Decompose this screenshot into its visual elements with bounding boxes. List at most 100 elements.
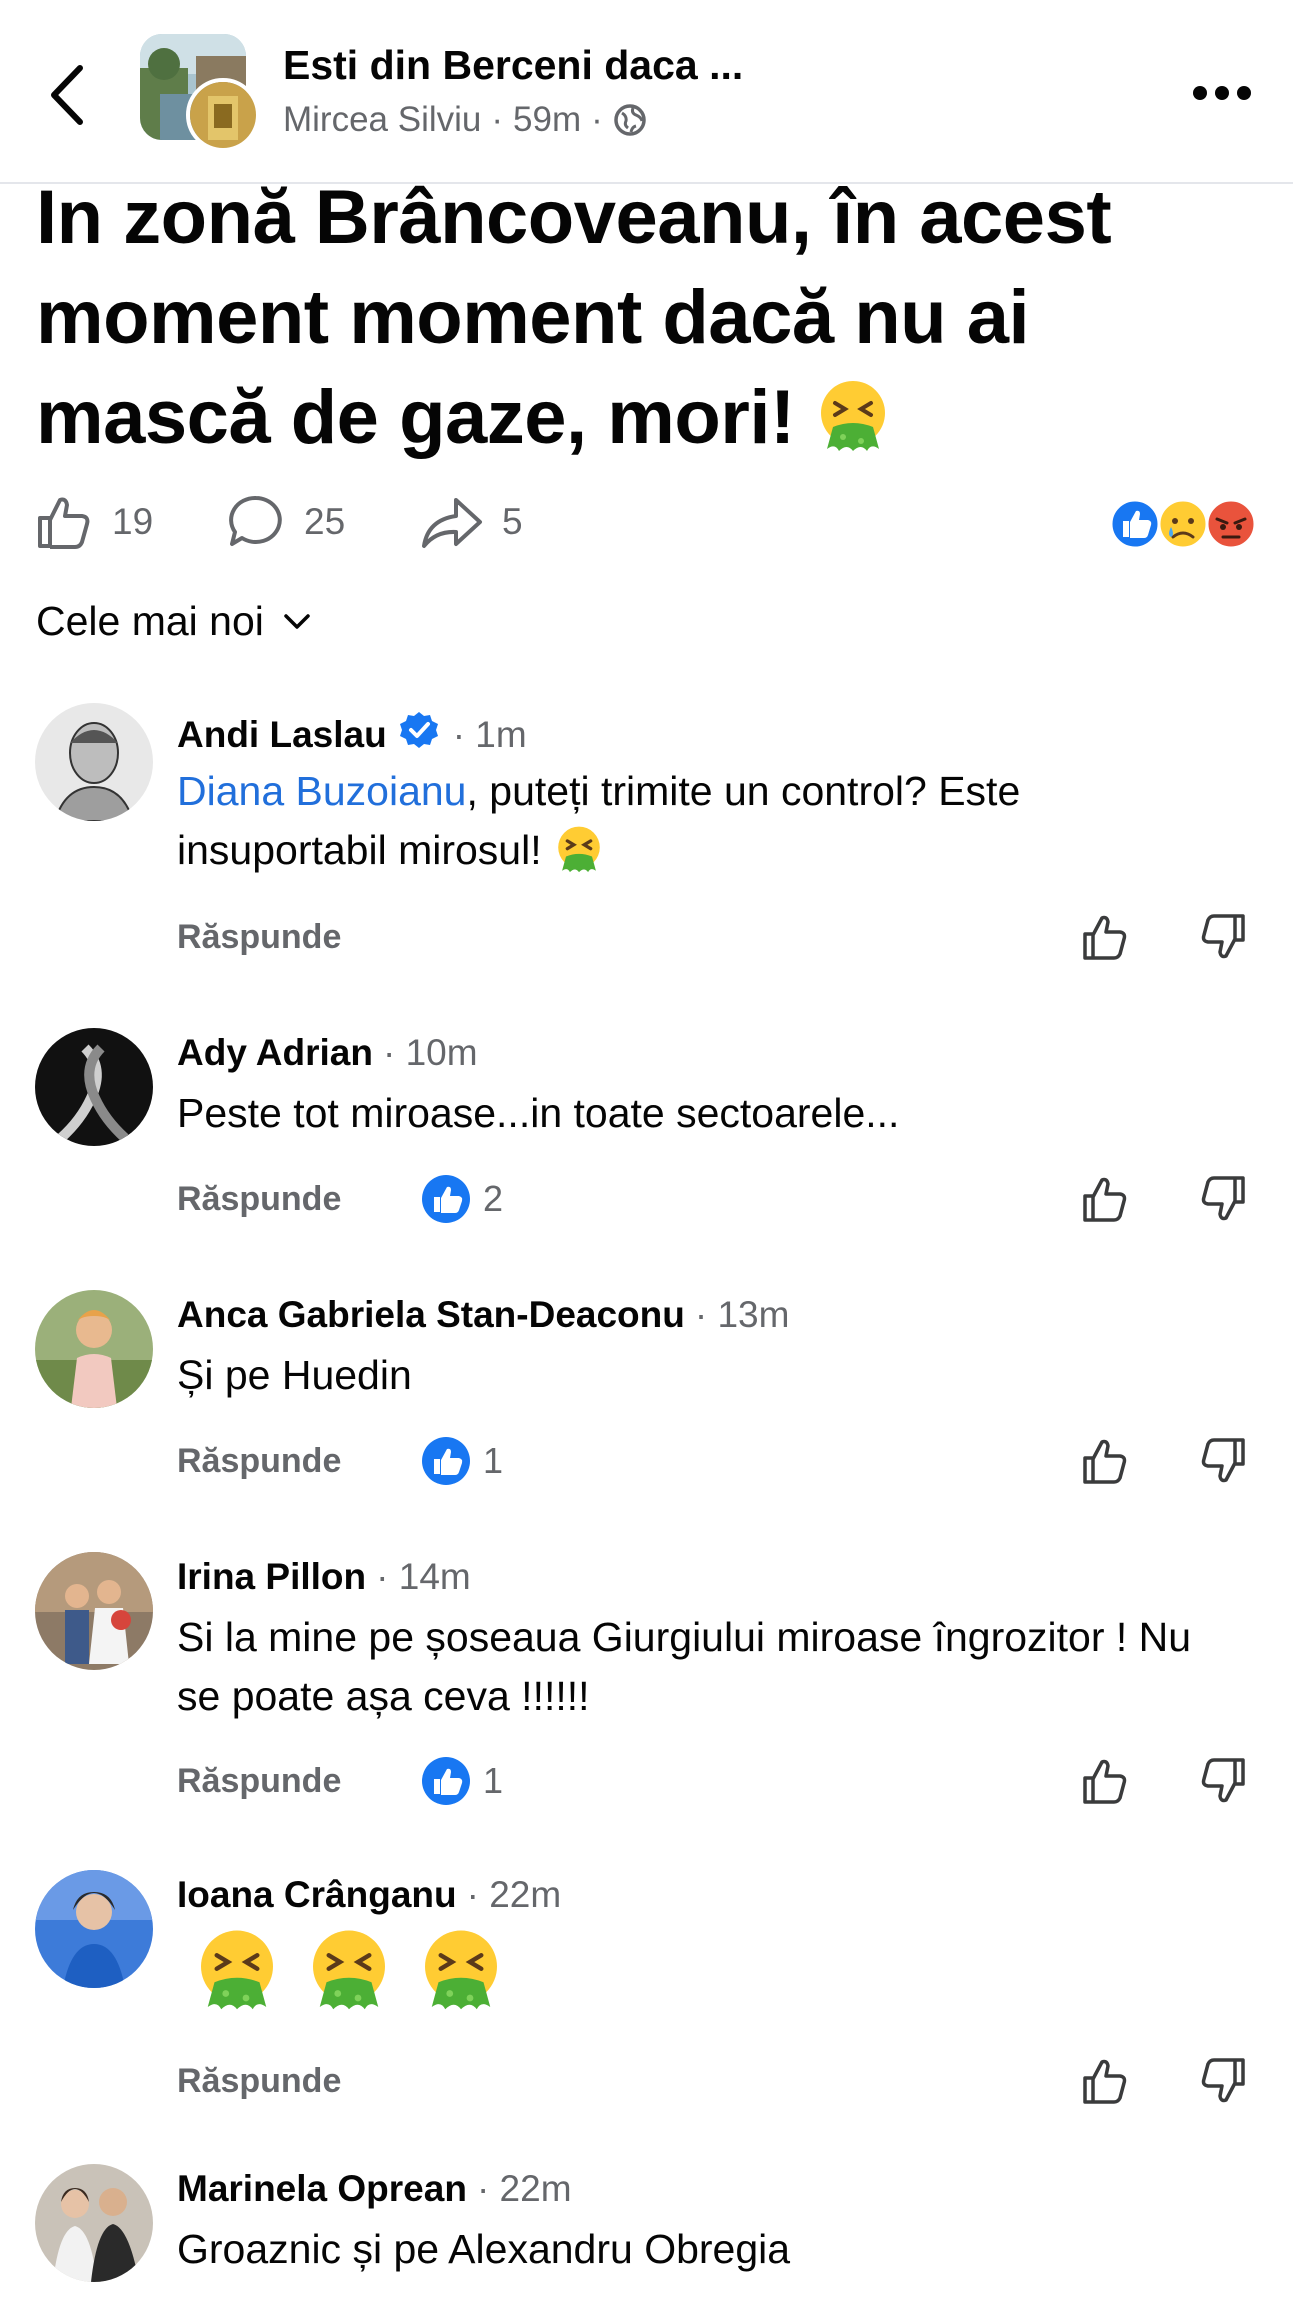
downvote-button[interactable] [1197, 2056, 1247, 2111]
comment-like-count: 1 [483, 1440, 504, 1481]
angry-reaction-icon [1205, 498, 1257, 550]
post-time[interactable]: 59m [513, 100, 581, 140]
post-meta: Mircea Silviu · 59m · [283, 100, 647, 140]
share-button[interactable]: 5 [420, 490, 523, 554]
reply-button[interactable]: Răspunde [177, 918, 341, 957]
commenter-avatar[interactable] [35, 1290, 153, 1408]
thumbs-up-icon [1083, 2059, 1127, 2104]
verified-badge-icon [399, 710, 439, 759]
like-reaction-icon [422, 1757, 470, 1805]
post-header: Esti din Berceni daca ... Mircea Silviu … [0, 0, 1293, 184]
downvote-button[interactable] [1197, 1756, 1247, 1811]
comment-count: 25 [304, 501, 346, 542]
mention-link[interactable]: Diana Buzoianu [177, 768, 466, 814]
post-text: In zonă Brâncoveanu, în acest moment mom… [36, 168, 1256, 482]
comment-text: Peste tot miroase...in toate sectoarele.… [177, 1090, 900, 1136]
like-count: 19 [112, 501, 154, 542]
chevron-down-icon [284, 613, 310, 629]
author-name[interactable]: Mircea Silviu [283, 100, 481, 140]
reply-button[interactable]: Răspunde [177, 2062, 341, 2101]
comment-footer: Răspunde 1 [177, 1756, 1267, 1812]
meta-separator-2: · [591, 100, 603, 139]
upvote-button[interactable] [1081, 2056, 1131, 2111]
post-text-content: In zonă Brâncoveanu, în acest moment mom… [36, 175, 1112, 460]
reactions-summary[interactable] [1109, 497, 1259, 551]
comment-time[interactable]: · 22m [477, 2168, 572, 2210]
downvote-button[interactable] [1197, 1174, 1247, 1229]
commenter-name[interactable]: Andi Laslau [177, 714, 387, 756]
comment-header: Andi Laslau · 1m [177, 710, 527, 759]
reply-button[interactable]: Răspunde [177, 1762, 341, 1801]
thumbs-up-icon [1083, 1759, 1127, 1804]
comment-header: Irina Pillon · 14m [177, 1556, 471, 1598]
post-action-bar: 19 25 5 [34, 490, 1264, 554]
comment-footer: Răspunde [177, 2056, 1267, 2112]
reply-button[interactable]: Răspunde [177, 1180, 341, 1219]
comment-footer: Răspunde [177, 912, 1267, 968]
commenter-avatar[interactable] [35, 703, 153, 821]
vomiting-face-icon [304, 1926, 394, 2021]
back-button[interactable] [42, 60, 98, 130]
comment-text: Si la mine pe șoseaua Giurgiului miroase… [177, 1614, 1192, 1719]
commenter-avatar[interactable] [35, 2164, 153, 2282]
commenter-avatar[interactable] [35, 1870, 153, 1988]
thumbs-down-icon [1201, 2058, 1245, 2103]
sort-label: Cele mai noi [36, 598, 264, 644]
comment-time[interactable]: · 14m [376, 1556, 471, 1598]
vomiting-face-icon [192, 1926, 282, 2021]
thumbs-down-icon [1201, 1176, 1245, 1221]
comment-time[interactable]: · 1m [453, 714, 527, 756]
group-title[interactable]: Esti din Berceni daca ... [283, 42, 743, 89]
sad-reaction-icon [1157, 498, 1209, 550]
like-button[interactable]: 19 [34, 490, 153, 554]
comment-sort-dropdown[interactable]: Cele mai noi [36, 598, 312, 645]
commenter-name[interactable]: Anca Gabriela Stan-Deaconu [177, 1294, 685, 1336]
comment-header: Ioana Crânganu · 22m [177, 1874, 561, 1916]
globe-icon [614, 104, 646, 136]
comment-footer: Răspunde 2 [177, 1174, 1267, 1230]
upvote-button[interactable] [1081, 912, 1131, 967]
commenter-avatar[interactable] [35, 1552, 153, 1670]
thumbs-up-icon [1083, 1177, 1127, 1222]
commenter-name[interactable]: Marinela Oprean [177, 2168, 467, 2210]
comment-like-count: 1 [483, 1760, 504, 1801]
more-options-button[interactable] [1190, 78, 1254, 108]
like-reaction-icon [1109, 498, 1161, 550]
comment-time[interactable]: · 10m [383, 1032, 478, 1074]
comment-header: Anca Gabriela Stan-Deaconu · 13m [177, 1294, 789, 1336]
comment-text: Diana Buzoianu, puteți trimite un contro… [177, 762, 1237, 892]
comment-likes[interactable]: 1 [421, 1756, 503, 1806]
reply-button[interactable]: Răspunde [177, 1442, 341, 1481]
commenter-name[interactable]: Irina Pillon [177, 1556, 366, 1598]
comment-bubble-icon [229, 495, 282, 546]
upvote-button[interactable] [1081, 1436, 1131, 1491]
downvote-button[interactable] [1197, 912, 1247, 967]
commenter-avatar[interactable] [35, 1028, 153, 1146]
vomiting-face-icon [553, 824, 605, 892]
comment-button[interactable]: 25 [226, 490, 345, 554]
vomiting-face-icon [813, 377, 893, 482]
comment-emoji-row [192, 1926, 506, 2021]
comment-likes[interactable]: 2 [421, 1174, 503, 1224]
comment-time[interactable]: · 22m [467, 1874, 562, 1916]
author-avatar[interactable] [186, 78, 260, 152]
comment-likes[interactable]: 1 [421, 1436, 503, 1486]
upvote-button[interactable] [1081, 1174, 1131, 1229]
comment-header: Ady Adrian · 10m [177, 1032, 478, 1074]
comment-time[interactable]: · 13m [695, 1294, 790, 1336]
share-arrow-icon [422, 498, 482, 548]
commenter-name[interactable]: Ady Adrian [177, 1032, 373, 1074]
downvote-button[interactable] [1197, 1436, 1247, 1491]
comment-like-count: 2 [483, 1178, 504, 1219]
vomiting-face-icon [416, 1926, 506, 2021]
upvote-button[interactable] [1081, 1756, 1131, 1811]
like-reaction-icon [422, 1437, 470, 1485]
thumbs-up-icon [1083, 915, 1127, 960]
comment-header: Marinela Oprean · 22m [177, 2168, 572, 2210]
thumbs-down-icon [1201, 914, 1245, 959]
commenter-name[interactable]: Ioana Crânganu [177, 1874, 457, 1916]
comment-footer: Răspunde 1 [177, 1436, 1267, 1492]
chevron-left-icon [51, 65, 83, 125]
comment-text: Și pe Huedin [177, 1352, 412, 1398]
comment-text: Groaznic și pe Alexandru Obregia [177, 2226, 791, 2272]
